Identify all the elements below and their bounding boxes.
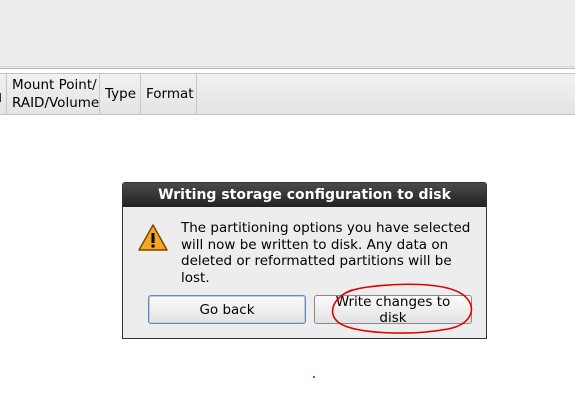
dialog-title: Writing storage configuration to disk — [123, 183, 486, 207]
column-header-format-label: Format — [146, 86, 194, 102]
column-header-type-label: Type — [105, 86, 137, 102]
warning-icon — [137, 223, 169, 253]
column-header-mount-point-label: Mount Point/ RAID/Volume — [12, 77, 100, 111]
top-panel-divider — [0, 66, 575, 67]
dialog-body: The partitioning options you have select… — [123, 207, 486, 338]
write-changes-button[interactable]: Write changes to disk — [314, 294, 472, 326]
partition-table-header: Mount Point/ RAID/Volume Type Format — [0, 73, 575, 115]
column-header-cut[interactable] — [0, 74, 7, 114]
go-back-button[interactable]: Go back — [148, 295, 306, 324]
column-header-format[interactable]: Format — [141, 74, 197, 114]
dialog-message: The partitioning options you have select… — [181, 220, 471, 286]
top-panel — [0, 0, 575, 69]
red-dot-mark — [313, 376, 315, 378]
column-header-mount-point[interactable]: Mount Point/ RAID/Volume — [7, 74, 100, 114]
write-config-dialog: Writing storage configuration to disk Th… — [122, 182, 487, 339]
column-header-type[interactable]: Type — [100, 74, 141, 114]
